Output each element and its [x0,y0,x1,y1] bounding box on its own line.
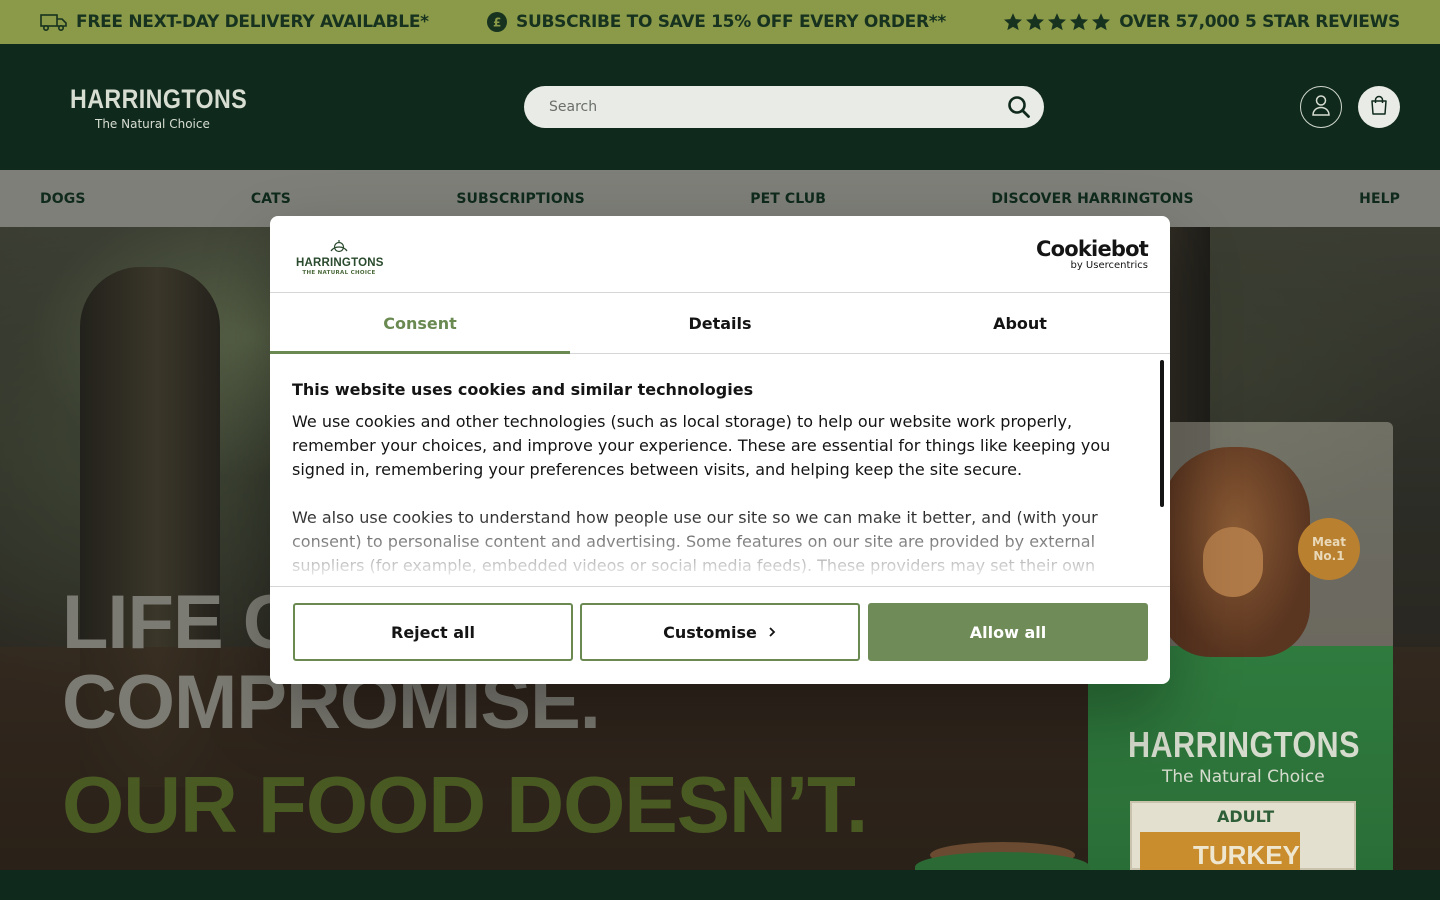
star-icon [1026,13,1045,31]
delivery-truck-icon [40,12,68,32]
star-icon [1048,13,1067,31]
brand-logo: HARRINGTONS THE NATURAL CHOICE [296,238,384,276]
site-header: HARRINGTONS The Natural Choice [0,44,1440,170]
dialog-paragraph: We also use cookies to understand how pe… [292,508,1098,575]
nav-item-help[interactable]: HELP [1359,191,1400,207]
account-button[interactable] [1300,86,1342,128]
dialog-footer: Reject all Customise Allow all [270,586,1170,684]
basket-button[interactable] [1358,86,1400,128]
pound-coin-icon: £ [486,11,508,33]
search-input[interactable] [549,99,1006,115]
dog-face [1203,527,1263,597]
dialog-logo-wordmark: HARRINGTONS [296,257,384,269]
allow-all-button[interactable]: Allow all [868,603,1148,661]
customise-button[interactable]: Customise [580,603,860,661]
tab-details[interactable]: Details [570,293,870,353]
promo-subscribe[interactable]: £ SUBSCRIBE TO SAVE 15% OFF EVERY ORDER*… [486,11,946,33]
cookiebot-byline: by Usercentrics [1070,260,1148,271]
cookiebot-wordmark: Cookiebot [1036,237,1149,261]
logo-wordmark: HARRINGTONS [70,84,248,114]
star-icon [1092,13,1111,31]
promo-reviews[interactable]: OVER 57,000 5 STAR REVIEWS [1003,12,1400,32]
content-strip [0,870,1440,900]
chevron-right-icon [767,623,777,642]
site-logo[interactable]: HARRINGTONS The Natural Choice [70,84,248,131]
svg-text:£: £ [493,16,501,30]
hero-heading-line3: OUR FOOD DOESN’T. [62,760,868,849]
search-bar [524,86,1044,128]
nav-item-discover[interactable]: DISCOVER HARRINGTONS [991,191,1193,207]
tab-about[interactable]: About [870,293,1170,353]
reject-all-button[interactable]: Reject all [293,603,573,661]
reject-all-label: Reject all [391,622,475,642]
dialog-tabs: Consent Details About [270,293,1170,354]
dialog-header: HARRINGTONS THE NATURAL CHOICE Cookiebot… [270,216,1170,293]
search-icon[interactable] [1006,94,1032,120]
dialog-paragraph: We use cookies and other technologies (s… [292,412,1111,479]
promo-delivery-text: FREE NEXT-DAY DELIVERY AVAILABLE* [76,12,429,32]
allow-all-label: Allow all [969,622,1047,642]
dialog-body: This website uses cookies and similar te… [270,355,1170,587]
promo-delivery[interactable]: FREE NEXT-DAY DELIVERY AVAILABLE* [40,12,429,32]
star-icon [1070,13,1089,31]
leaf-emblem-icon [330,240,348,253]
star-rating [1003,12,1111,32]
scrollbar-thumb[interactable] [1160,360,1164,507]
promo-reviews-text: OVER 57,000 5 STAR REVIEWS [1119,12,1400,32]
bag-tagline: The Natural Choice [1162,767,1325,787]
bag-flavour: TURKEY [1193,840,1300,870]
promo-bar: FREE NEXT-DAY DELIVERY AVAILABLE* £ SUBS… [0,0,1440,44]
cookiebot-logo[interactable]: Cookiebot by Usercentrics [1036,237,1149,271]
nav-item-subscriptions[interactable]: SUBSCRIPTIONS [456,191,585,207]
tab-consent[interactable]: Consent [270,293,570,354]
bag-brand: HARRINGTONS [1128,724,1360,765]
star-icon [1004,13,1023,31]
shopping-bag-icon [1370,95,1388,119]
promo-subscribe-text: SUBSCRIBE TO SAVE 15% OFF EVERY ORDER** [516,12,946,32]
user-icon [1311,94,1331,120]
bag-adult-label: ADULT [1217,807,1275,826]
cookie-consent-dialog: HARRINGTONS THE NATURAL CHOICE Cookiebot… [270,216,1170,684]
customise-label: Customise [663,622,757,642]
dialog-title: This website uses cookies and similar te… [292,380,754,399]
nav-item-cats[interactable]: CATS [251,191,291,207]
dialog-scrollbar[interactable] [1160,360,1164,582]
logo-tagline: The Natural Choice [95,117,210,131]
meat-badge: Meat No.1 [1298,518,1360,580]
dialog-logo-tagline: THE NATURAL CHOICE [302,270,376,276]
nav-item-pet-club[interactable]: PET CLUB [750,191,826,207]
nav-item-dogs[interactable]: DOGS [40,191,86,207]
hero-heading-line1: LIFE C [62,580,298,665]
